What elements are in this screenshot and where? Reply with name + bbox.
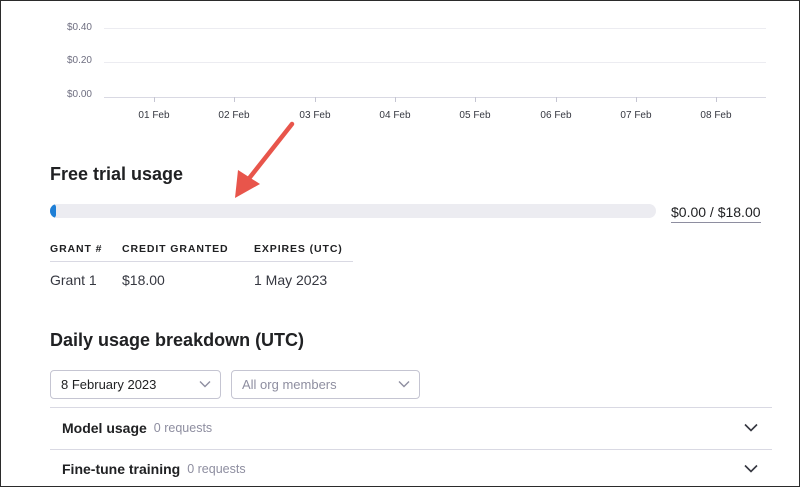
credit-cell: $18.00 [122,272,165,288]
x-axis-line [104,97,766,98]
x-tick-label: 04 Feb [379,110,411,121]
members-select-value: All org members [242,377,337,392]
date-select[interactable]: 8 February 2023 [50,370,221,399]
x-tick-mark [716,97,717,102]
table-row: Grant 1 $18.00 1 May 2023 [50,262,353,298]
x-tick-mark [234,97,235,102]
x-tick-mark [556,97,557,102]
daily-usage-title: Daily usage breakdown (UTC) [50,330,305,350]
request-count: 0 requests [153,421,213,435]
usage-amount[interactable]: $0.00 / $18.00 [671,204,761,223]
chevron-down-icon [398,381,410,388]
column-header-credit: CREDIT GRANTED [122,242,229,255]
x-tick-label: 06 Feb [540,110,572,121]
y-tick-label: $0.00 [66,89,92,100]
x-tick-label: 03 Feb [299,110,331,121]
grants-table-header: GRANT # CREDIT GRANTED EXPIRES (UTC) [50,236,353,262]
grants-table: GRANT # CREDIT GRANTED EXPIRES (UTC) Gra… [50,236,353,298]
column-header-grant: GRANT # [50,242,103,255]
section-title: Model usage [62,420,147,436]
expires-cell: 1 May 2023 [254,272,328,288]
y-tick-label: $0.40 [66,22,92,33]
y-tick-label: $0.20 [66,55,92,66]
section-title: Fine-tune training [62,461,181,477]
model-usage-section[interactable]: Model usage 0 requests [50,408,772,448]
usage-chart: $0.40 $0.20 $0.00 01 Feb 02 Feb 03 Feb 0… [0,0,800,135]
grant-cell: Grant 1 [50,272,97,288]
chevron-down-icon[interactable] [744,464,758,473]
members-select[interactable]: All org members [231,370,420,399]
date-select-value: 8 February 2023 [61,377,157,392]
column-header-expires: EXPIRES (UTC) [254,242,343,255]
x-tick-label: 01 Feb [138,110,170,121]
x-tick-mark [475,97,476,102]
chevron-down-icon [199,381,211,388]
free-trial-progress-bar [50,204,656,218]
fine-tune-training-section[interactable]: Fine-tune training 0 requests [50,449,772,487]
chevron-down-icon[interactable] [744,423,758,432]
x-tick-mark [395,97,396,102]
x-tick-mark [636,97,637,102]
grid-line [104,28,766,29]
x-tick-label: 08 Feb [700,110,732,121]
x-tick-label: 07 Feb [620,110,652,121]
x-tick-mark [315,97,316,102]
x-tick-mark [154,97,155,102]
request-count: 0 requests [187,462,246,476]
free-trial-title: Free trial usage [50,164,184,184]
x-tick-label: 05 Feb [459,110,491,121]
grid-line [104,62,766,63]
x-tick-label: 02 Feb [218,110,250,121]
